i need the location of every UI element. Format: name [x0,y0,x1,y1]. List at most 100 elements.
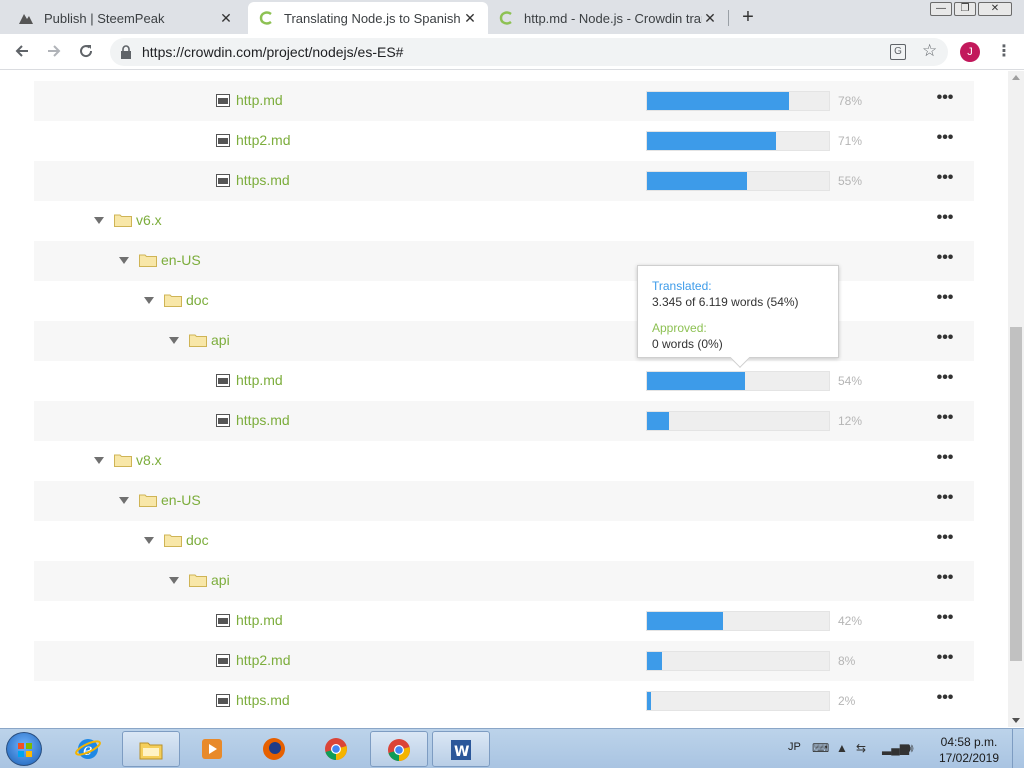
chrome-icon [325,738,347,760]
browser-menu-icon[interactable]: ⋮ [996,42,1012,62]
window-close-button[interactable]: ✕ [978,2,1012,16]
taskbar-word[interactable]: W [432,731,490,767]
tree-row-folder[interactable]: doc ••• [34,521,974,561]
folder-name[interactable]: doc [186,532,209,548]
tab-crowdin-active[interactable]: Translating Node.js to Spanish la ✕ [248,2,488,34]
folder-name[interactable]: en-US [161,252,201,268]
close-icon[interactable]: ✕ [218,10,234,26]
reload-button[interactable] [76,42,96,62]
progress-fill [647,692,651,710]
maximize-button[interactable]: ❐ [954,2,976,16]
clock-date: 17/02/2019 [938,751,1000,765]
scrollbar-thumb[interactable] [1010,327,1022,661]
tree-row-file[interactable]: https.md 2% ••• [34,681,974,721]
more-options-button[interactable]: ••• [934,690,956,707]
reload-icon [80,45,93,58]
tab-steempeak[interactable]: Publish | SteemPeak ✕ [8,2,244,34]
more-options-button[interactable]: ••• [934,490,956,507]
more-options-button[interactable]: ••• [934,130,956,147]
file-name[interactable]: http2.md [236,132,290,148]
minimize-button[interactable]: — [930,2,952,16]
close-icon[interactable]: ✕ [702,10,718,26]
more-options-button[interactable]: ••• [934,290,956,307]
folder-name[interactable]: api [211,572,230,588]
progress-bar[interactable] [646,371,830,391]
more-options-button[interactable]: ••• [934,570,956,587]
more-options-button[interactable]: ••• [934,650,956,667]
folder-name[interactable]: api [211,332,230,348]
back-button[interactable] [12,42,32,62]
more-options-button[interactable]: ••• [934,90,956,107]
tree-row-folder[interactable]: v8.x ••• [34,441,974,481]
page-scrollbar[interactable] [1008,71,1024,727]
tree-row-file[interactable]: http2.md 71% ••• [34,121,974,161]
more-options-button[interactable]: ••• [934,450,956,467]
expand-triangle-icon[interactable] [144,297,154,304]
taskbar-chrome-active[interactable] [370,731,428,767]
start-button[interactable] [6,732,42,766]
show-desktop-button[interactable] [1012,729,1024,768]
percent-label: 42% [838,614,863,628]
markdown-file-icon [216,614,230,627]
folder-name[interactable]: en-US [161,492,201,508]
file-name[interactable]: http2.md [236,652,290,668]
show-hidden-icons-icon[interactable]: ▲ [836,741,848,755]
more-options-button[interactable]: ••• [934,210,956,227]
expand-triangle-icon[interactable] [94,457,104,464]
scroll-up-arrow-icon[interactable] [1012,75,1020,80]
keyboard-icon[interactable]: ⌨ [812,741,829,755]
more-options-button[interactable]: ••• [934,370,956,387]
expand-triangle-icon[interactable] [169,337,179,344]
file-name[interactable]: http.md [236,612,283,628]
taskbar-chrome[interactable] [308,731,366,767]
taskbar-firefox[interactable] [246,731,304,767]
expand-triangle-icon[interactable] [144,537,154,544]
folder-name[interactable]: v6.x [136,212,162,228]
tree-row-folder[interactable]: en-US ••• [34,481,974,521]
lock-icon [121,45,131,59]
taskbar-internet-explorer[interactable]: e [60,731,118,767]
file-name[interactable]: https.md [236,172,290,188]
folder-name[interactable]: doc [186,292,209,308]
tree-row-file[interactable]: https.md 12% ••• [34,401,974,441]
tree-row-file[interactable]: http.md 42% ••• [34,601,974,641]
file-name[interactable]: https.md [236,692,290,708]
tab-crowdin-http[interactable]: http.md - Node.js - Crowdin tran ✕ [488,2,728,34]
file-name[interactable]: https.md [236,412,290,428]
tree-row-file[interactable]: https.md 55% ••• [34,161,974,201]
file-name[interactable]: http.md [236,372,283,388]
more-options-button[interactable]: ••• [934,610,956,627]
expand-triangle-icon[interactable] [94,217,104,224]
signal-strength-icon[interactable]: ▂▄▆ [882,741,909,755]
progress-fill [647,652,662,670]
close-icon[interactable]: ✕ [462,10,478,26]
tree-row-folder[interactable]: v6.x ••• [34,201,974,241]
more-options-button[interactable]: ••• [934,410,956,427]
volume-icon[interactable]: 🔊︎ [906,741,914,756]
network-sync-icon[interactable]: ⇆ [856,741,866,755]
address-bar[interactable]: https://crowdin.com/project/nodejs/es-ES… [110,38,948,66]
folder-name[interactable]: v8.x [136,452,162,468]
system-clock[interactable]: 04:58 p.m. 17/02/2019 [934,734,1004,766]
taskbar-file-explorer[interactable] [122,731,180,767]
forward-button[interactable] [44,42,64,62]
scroll-down-arrow-icon[interactable] [1012,718,1020,723]
tree-row-file[interactable]: http2.md 8% ••• [34,641,974,681]
expand-triangle-icon[interactable] [119,257,129,264]
expand-triangle-icon[interactable] [119,497,129,504]
language-indicator[interactable]: JP [788,741,801,753]
profile-avatar[interactable]: J [960,42,980,62]
more-options-button[interactable]: ••• [934,530,956,547]
translate-icon[interactable]: G [890,44,906,60]
more-options-button[interactable]: ••• [934,330,956,347]
taskbar-media-player[interactable] [184,731,242,767]
expand-triangle-icon[interactable] [169,577,179,584]
tree-row-file[interactable]: http.md 54% ••• [34,361,974,401]
bookmark-star-icon[interactable]: ☆ [922,41,937,61]
more-options-button[interactable]: ••• [934,170,956,187]
new-tab-button[interactable]: + [738,7,758,27]
more-options-button[interactable]: ••• [934,250,956,267]
file-name[interactable]: http.md [236,92,283,108]
tree-row-file[interactable]: http.md 78% ••• [34,81,974,121]
tree-row-folder[interactable]: api ••• [34,561,974,601]
